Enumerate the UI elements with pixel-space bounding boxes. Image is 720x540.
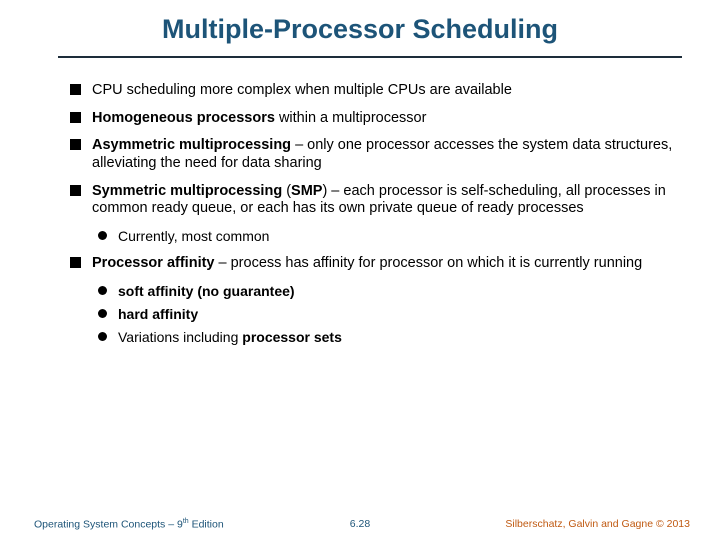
title-rule <box>58 56 682 58</box>
term: Homogeneous processors <box>92 110 275 126</box>
circle-bullet-icon <box>98 286 107 295</box>
bullet-text: Currently, most common <box>118 228 269 244</box>
square-bullet-icon <box>70 139 81 150</box>
sub-bullet-hard-affinity: hard affinity <box>98 306 680 323</box>
bullet-text: Variations including <box>118 329 242 345</box>
bullet-text: within a multiprocessor <box>275 110 427 126</box>
bullet-text: CPU scheduling more complex when multipl… <box>92 82 512 98</box>
term: Symmetric multiprocessing <box>92 183 282 199</box>
circle-bullet-icon <box>98 309 107 318</box>
bullet-text: hard affinity <box>118 306 198 322</box>
bullet-text: ( <box>282 183 291 199</box>
square-bullet-icon <box>70 185 81 196</box>
term: processor sets <box>242 329 342 345</box>
slide: Multiple-Processor Scheduling CPU schedu… <box>0 0 720 540</box>
square-bullet-icon <box>70 257 81 268</box>
bullet-asymmetric: Asymmetric multiprocessing – only one pr… <box>70 137 680 172</box>
bullet-cpu-scheduling: CPU scheduling more complex when multipl… <box>70 82 680 100</box>
circle-bullet-icon <box>98 231 107 240</box>
slide-title: Multiple-Processor Scheduling <box>0 14 720 45</box>
sub-bullet-soft-affinity: soft affinity (no guarantee) <box>98 283 680 300</box>
square-bullet-icon <box>70 84 81 95</box>
bullet-text: soft affinity (no guarantee) <box>118 283 295 299</box>
bullet-text: – process has affinity for processor on … <box>215 255 643 271</box>
bullet-symmetric: Symmetric multiprocessing (SMP) – each p… <box>70 183 680 218</box>
circle-bullet-icon <box>98 332 107 341</box>
footer-right: Silberschatz, Galvin and Gagne © 2013 <box>505 518 690 530</box>
sub-bullet-currently: Currently, most common <box>98 228 680 245</box>
term: Asymmetric multiprocessing <box>92 137 291 153</box>
term: Processor affinity <box>92 255 215 271</box>
bullet-affinity: Processor affinity – process has affinit… <box>70 255 680 273</box>
bullet-homogeneous: Homogeneous processors within a multipro… <box>70 110 680 128</box>
sub-bullet-processor-sets: Variations including processor sets <box>98 329 680 346</box>
square-bullet-icon <box>70 112 81 123</box>
footer: Operating System Concepts – 9th Edition … <box>0 510 720 530</box>
abbrev: SMP <box>291 183 322 199</box>
left-stripe <box>0 0 32 540</box>
content-area: CPU scheduling more complex when multipl… <box>70 72 680 352</box>
